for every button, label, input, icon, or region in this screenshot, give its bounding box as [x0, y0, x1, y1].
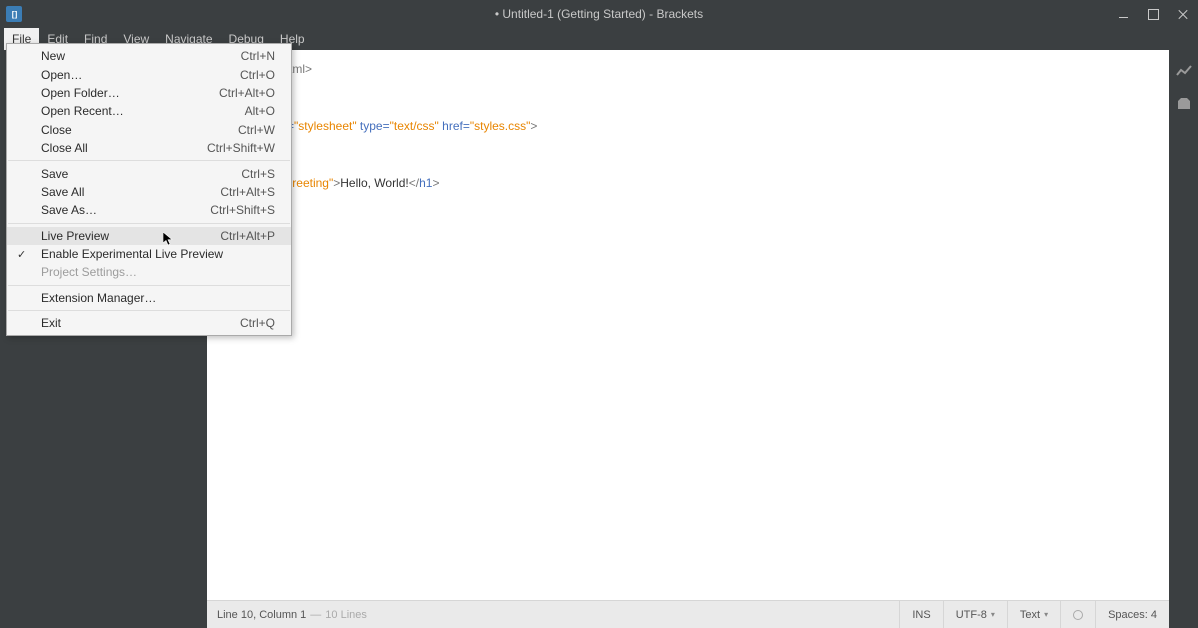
code-text: type= [357, 119, 390, 133]
menu-item-close-all[interactable]: Close AllCtrl+Shift+W [7, 139, 291, 157]
status-dot-icon [1073, 610, 1083, 620]
menu-item-shortcut: Ctrl+N [241, 49, 275, 63]
indent-label: Spaces: 4 [1108, 609, 1157, 621]
code-text: > [530, 119, 537, 133]
menu-item-label: Exit [41, 316, 240, 330]
menu-item-shortcut: Ctrl+Q [240, 316, 275, 330]
extension-manager-icon[interactable] [1176, 96, 1192, 110]
lint-status[interactable] [1060, 601, 1095, 628]
menu-item-shortcut: Ctrl+S [241, 167, 275, 181]
minimize-button[interactable] [1108, 0, 1138, 28]
chevron-down-icon: ▾ [1044, 610, 1048, 619]
menu-separator [8, 310, 290, 311]
menu-item-shortcut: Ctrl+O [240, 68, 275, 82]
menu-item-close[interactable]: CloseCtrl+W [7, 121, 291, 139]
menu-item-new[interactable]: NewCtrl+N [7, 47, 291, 65]
code-area[interactable]: YPE html> ink rel="stylesheet" type="tex… [255, 50, 1169, 600]
right-toolbar [1169, 50, 1198, 600]
menu-item-open[interactable]: Open…Ctrl+O [7, 65, 291, 83]
maximize-button[interactable] [1138, 0, 1168, 28]
code-text: "text/css" [390, 119, 439, 133]
encoding-label: UTF-8 [956, 609, 987, 621]
menu-item-project-settings: Project Settings… [7, 263, 291, 281]
menu-item-label: Save [41, 167, 241, 181]
menu-item-label: Live Preview [41, 229, 220, 243]
menu-item-label: Save All [41, 185, 220, 199]
menu-item-live-preview[interactable]: Live PreviewCtrl+Alt+P [7, 227, 291, 245]
insert-mode[interactable]: INS [899, 601, 942, 628]
menu-item-shortcut: Ctrl+Shift+W [207, 141, 275, 155]
menu-item-shortcut: Ctrl+Alt+S [220, 185, 275, 199]
menu-separator [8, 285, 290, 286]
code-text: Hello, World! [340, 176, 408, 190]
menu-item-label: Project Settings… [41, 265, 275, 279]
menu-item-label: Close [41, 123, 238, 137]
app-icon [6, 6, 22, 22]
language-label: Text [1020, 609, 1040, 621]
menu-item-shortcut: Ctrl+Alt+P [220, 229, 275, 243]
code-text: href= [439, 119, 470, 133]
menu-item-save-all[interactable]: Save AllCtrl+Alt+S [7, 183, 291, 201]
menu-item-shortcut: Ctrl+W [238, 123, 275, 137]
menu-item-save[interactable]: SaveCtrl+S [7, 164, 291, 182]
window-title: • Untitled-1 (Getting Started) - Bracket… [495, 7, 703, 21]
indent-select[interactable]: Spaces: 4 [1095, 601, 1169, 628]
menu-item-label: Open Recent… [41, 104, 245, 118]
menu-item-shortcut: Ctrl+Alt+O [219, 86, 275, 100]
menu-item-enable-experimental-live-preview[interactable]: ✓ Enable Experimental Live Preview [7, 245, 291, 263]
menu-item-label: Open… [41, 68, 240, 82]
menu-separator [8, 223, 290, 224]
menu-item-label: Close All [41, 141, 207, 155]
menu-item-exit[interactable]: ExitCtrl+Q [7, 314, 291, 332]
code-text: </ [409, 176, 419, 190]
encoding-select[interactable]: UTF-8 ▾ [943, 601, 1007, 628]
status-separator: — [310, 609, 321, 621]
menu-item-extension-manager[interactable]: Extension Manager… [7, 289, 291, 307]
menu-item-label: Enable Experimental Live Preview [41, 247, 275, 261]
menu-separator [8, 160, 290, 161]
check-icon: ✓ [17, 248, 26, 261]
close-button[interactable] [1168, 0, 1198, 28]
window-controls [1108, 0, 1198, 28]
menu-item-shortcut: Alt+O [245, 104, 275, 118]
language-select[interactable]: Text ▾ [1007, 601, 1060, 628]
file-menu-dropdown: NewCtrl+NOpen…Ctrl+OOpen Folder…Ctrl+Alt… [6, 43, 292, 336]
menu-item-open-recent[interactable]: Open Recent…Alt+O [7, 102, 291, 120]
menu-item-label: Open Folder… [41, 86, 219, 100]
menu-item-shortcut: Ctrl+Shift+S [210, 203, 275, 217]
menu-item-label: Save As… [41, 203, 210, 217]
menu-item-save-as[interactable]: Save As…Ctrl+Shift+S [7, 201, 291, 219]
titlebar: • Untitled-1 (Getting Started) - Bracket… [0, 0, 1198, 28]
code-text: "styles.css" [470, 119, 531, 133]
insert-mode-label: INS [912, 609, 930, 621]
code-text: > [432, 176, 439, 190]
live-preview-icon[interactable] [1176, 64, 1192, 78]
mouse-cursor-icon [163, 232, 173, 246]
menu-item-label: Extension Manager… [41, 291, 275, 305]
editor[interactable]: YPE html> ink rel="stylesheet" type="tex… [207, 50, 1169, 600]
menu-item-label: New [41, 49, 241, 63]
chevron-down-icon: ▾ [991, 610, 995, 619]
code-text: "stylesheet" [294, 119, 357, 133]
statusbar: Line 10, Column 1 — 10 Lines INS UTF-8▾ … [207, 600, 1169, 628]
code-text: h1 [419, 176, 432, 190]
cursor-position[interactable]: Line 10, Column 1 [217, 609, 306, 621]
menu-item-open-folder[interactable]: Open Folder…Ctrl+Alt+O [7, 84, 291, 102]
line-count: 10 Lines [325, 609, 367, 621]
